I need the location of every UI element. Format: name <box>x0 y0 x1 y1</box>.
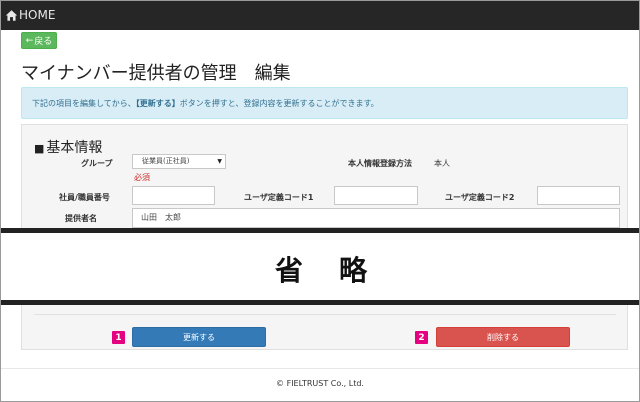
provider-name-value: 山田 太郎 <box>141 213 181 222</box>
info-alert: 下記の項目を編集してから、【更新する】ボタンを押すと、登録内容を更新することがで… <box>21 87 628 119</box>
back-button-label: 戻る <box>34 37 53 47</box>
group-select-value: 従業員(正社員) <box>142 157 190 165</box>
top-navbar: HOME <box>1 1 639 30</box>
callout-badge-2: 2 <box>415 331 428 344</box>
user-code-1-input[interactable] <box>334 186 418 205</box>
user-code-1-label: ユーザ定義コード1 <box>244 193 314 202</box>
update-button-label: 更新する <box>183 332 215 342</box>
info-text-bold: 【更新する】 <box>135 99 180 108</box>
app-window: HOME ← 戻る マイナンバー提供者の管理 編集 下記の項目を編集してから、【… <box>0 0 640 402</box>
callout-badge-1: 1 <box>112 331 125 344</box>
info-text: 下記の項目を編集してから、【更新する】ボタンを押すと、登録内容を更新することがで… <box>32 98 379 109</box>
arrow-left-icon: ← <box>25 35 34 46</box>
omission-text: 省略 <box>274 254 403 287</box>
group-select[interactable]: 従業員(正社員) ▼ <box>132 154 226 169</box>
home-label: HOME <box>19 8 56 22</box>
registration-method-value: 本人 <box>434 159 450 168</box>
info-text-before: 下記の項目を編集してから、 <box>32 99 136 108</box>
employee-number-input[interactable] <box>132 186 215 205</box>
copyright: © FIELTRUST Co., Ltd. <box>276 379 364 388</box>
caret-down-icon: ▼ <box>217 158 222 165</box>
home-link[interactable]: HOME <box>5 8 55 22</box>
section-title-label: 基本情報 <box>46 140 103 156</box>
provider-name-input[interactable]: 山田 太郎 <box>132 208 620 228</box>
square-bullet-icon: ■ <box>34 142 45 155</box>
page-title: マイナンバー提供者の管理 編集 <box>21 63 291 84</box>
home-icon <box>5 9 18 21</box>
employee-number-label: 社員/職員番号 <box>59 193 110 202</box>
delete-button[interactable]: 削除する <box>436 327 570 347</box>
omission-band-bottom <box>1 300 639 305</box>
registration-method-label: 本人情報登録方法 <box>348 159 412 168</box>
info-text-after: ボタンを押すと、登録内容を更新することができます。 <box>179 99 379 108</box>
delete-button-label: 削除する <box>487 332 519 342</box>
required-note: 必須 <box>134 173 150 182</box>
form-divider <box>34 314 616 315</box>
provider-name-label: 提供者名 <box>65 214 97 223</box>
section-title: ■ 基本情報 <box>34 137 102 157</box>
user-code-2-label: ユーザ定義コード2 <box>445 193 515 202</box>
user-code-2-input[interactable] <box>537 186 620 205</box>
group-label: グループ <box>81 159 113 168</box>
back-button[interactable]: ← 戻る <box>21 32 57 49</box>
update-button[interactable]: 更新する <box>132 327 266 347</box>
footer-divider <box>1 368 639 369</box>
